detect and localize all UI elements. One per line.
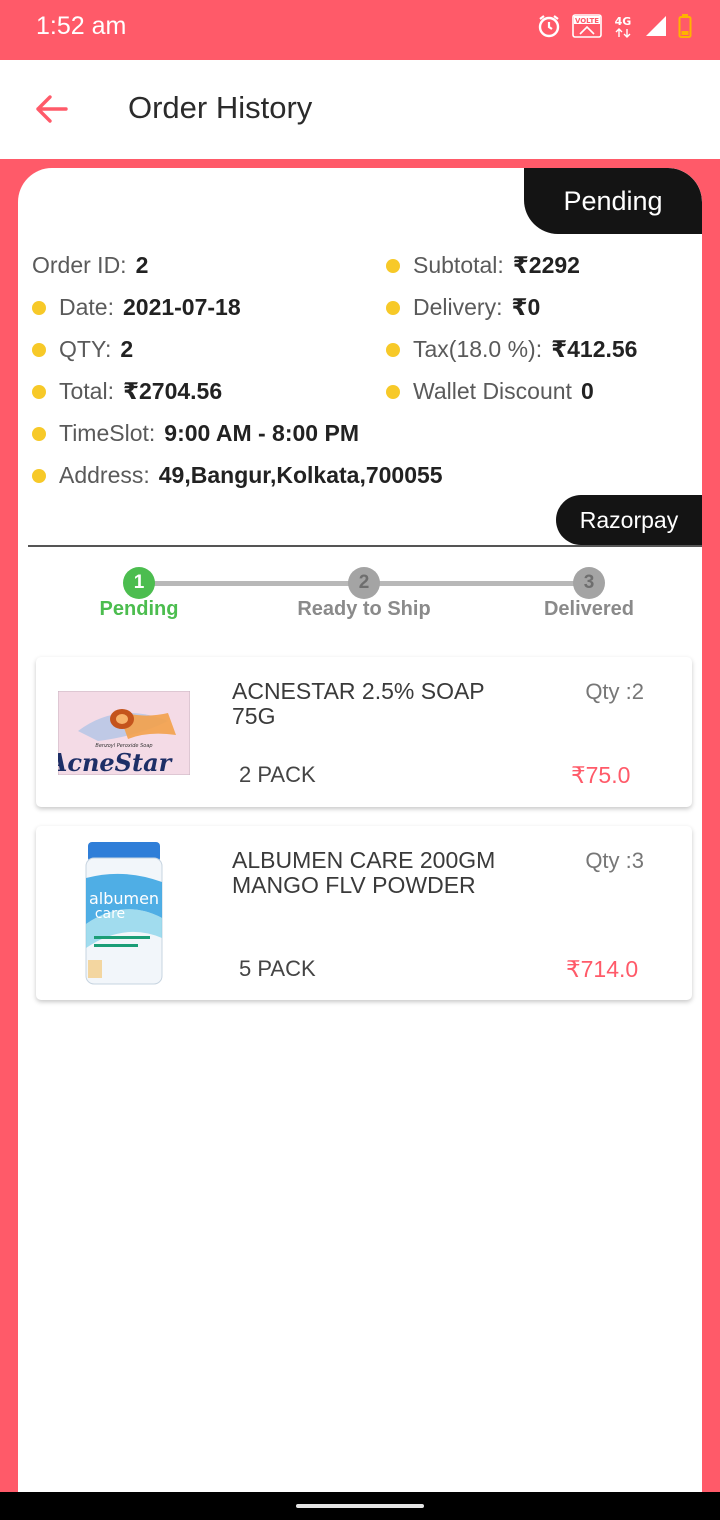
delivery-row: Delivery: ₹0 — [386, 294, 540, 321]
product-image: AcneStar Benzoyl Peroxide Soap — [47, 690, 191, 777]
bullet-dot — [32, 342, 46, 357]
product-image: albumen care — [84, 838, 164, 990]
tax-value: ₹412.56 — [551, 336, 638, 362]
subtotal-row: Subtotal: ₹2292 — [386, 252, 580, 279]
payment-method-badge: Razorpay — [556, 495, 702, 545]
bullet-dot — [386, 384, 400, 399]
order-id-row: Order ID: 2 — [32, 252, 148, 279]
status-icons: VOLTE 4G — [536, 13, 692, 44]
svg-text:4G: 4G — [615, 15, 632, 28]
date-row: Date: 2021-07-18 — [32, 294, 241, 321]
bullet-dot — [32, 300, 46, 315]
order-item[interactable]: AcneStar Benzoyl Peroxide Soap ACNESTAR … — [36, 657, 692, 807]
timeslot-value: 9:00 AM - 8:00 PM — [164, 420, 359, 446]
tax-label: Tax(18.0 %): — [413, 336, 543, 362]
wallet-discount-label: Wallet Discount — [413, 378, 572, 404]
tax-row: Tax(18.0 %): ₹412.56 — [386, 336, 637, 363]
step-connector — [140, 581, 365, 586]
signal-icon — [644, 14, 668, 43]
svg-text:care: care — [95, 906, 125, 922]
step-connector — [365, 581, 590, 586]
bullet-dot — [32, 468, 46, 483]
product-pack: 5 PACK — [239, 956, 316, 981]
app-bar: Order History — [0, 60, 720, 159]
subtotal-value: ₹2292 — [512, 252, 580, 278]
total-label: Total: — [59, 378, 114, 404]
step-3-circle: 3 — [573, 567, 605, 599]
wallet-discount-row: Wallet Discount 0 — [386, 378, 594, 405]
bullet-dot — [386, 258, 400, 273]
bullet-dot — [32, 384, 46, 399]
subtotal-label: Subtotal: — [413, 252, 504, 278]
timeslot-label: TimeSlot: — [59, 420, 156, 446]
system-nav-bar — [0, 1492, 720, 1520]
status-time: 1:52 am — [36, 12, 127, 40]
qty-row: QTY: 2 — [32, 336, 133, 363]
product-qty: Qty :3 — [585, 848, 644, 873]
address-value: 49,Bangur,Kolkata,700055 — [158, 462, 443, 488]
bullet-dot — [32, 426, 46, 441]
divider — [28, 545, 702, 547]
svg-text:VOLTE: VOLTE — [575, 17, 599, 25]
page-title: Order History — [128, 90, 313, 125]
step-1-circle: 1 — [123, 567, 155, 599]
delivery-label: Delivery: — [413, 294, 503, 320]
order-id-value: 2 — [135, 252, 149, 278]
order-id-label: Order ID: — [32, 252, 127, 278]
order-status-badge: Pending — [524, 168, 702, 234]
bullet-dot — [386, 342, 400, 357]
product-name: ACNESTAR 2.5% SOAP 75G — [232, 678, 485, 729]
date-value: 2021-07-18 — [122, 294, 241, 320]
back-button[interactable] — [30, 88, 72, 130]
total-value: ₹2704.56 — [122, 378, 223, 404]
step-3-label: Delivered — [543, 598, 635, 620]
date-label: Date: — [59, 294, 114, 320]
delivery-value: ₹0 — [511, 294, 541, 320]
alarm-icon — [536, 13, 562, 44]
address-row: Address: 49,Bangur,Kolkata,700055 — [32, 462, 443, 489]
timeslot-row: TimeSlot: 9:00 AM - 8:00 PM — [32, 420, 359, 447]
svg-text:AcneStar: AcneStar — [58, 748, 174, 775]
step-2-circle: 2 — [348, 567, 380, 599]
order-item[interactable]: albumen care ALBUMEN CARE 200GM MANGO FL… — [36, 826, 692, 1000]
status-bar: 1:52 am VOLTE 4G — [0, 0, 720, 60]
product-pack: 2 PACK — [239, 762, 316, 787]
bullet-dot — [386, 300, 400, 315]
volte-icon: VOLTE — [572, 14, 602, 43]
battery-icon — [678, 13, 692, 44]
wallet-discount-value: 0 — [580, 378, 594, 404]
svg-text:Benzoyl Peroxide Soap: Benzoyl Peroxide Soap — [95, 743, 152, 749]
total-row: Total: ₹2704.56 — [32, 378, 222, 405]
step-2-label: Ready to Ship — [297, 598, 431, 620]
home-handle[interactable] — [296, 1504, 424, 1508]
order-card[interactable]: Pending Order ID: 2 Date: 2021-07-18 QTY… — [18, 168, 702, 1498]
qty-label: QTY: — [59, 336, 112, 362]
arrow-left-icon — [36, 95, 68, 123]
address-label: Address: — [59, 462, 150, 488]
product-price: ₹714.0 — [566, 956, 639, 982]
4g-icon: 4G — [612, 13, 634, 44]
qty-value: 2 — [120, 336, 134, 362]
product-price: ₹75.0 — [571, 762, 631, 788]
step-1-label: Pending — [99, 598, 179, 620]
product-qty: Qty :2 — [585, 679, 644, 704]
product-name: ALBUMEN CARE 200GM MANGO FLV POWDER — [232, 847, 496, 898]
